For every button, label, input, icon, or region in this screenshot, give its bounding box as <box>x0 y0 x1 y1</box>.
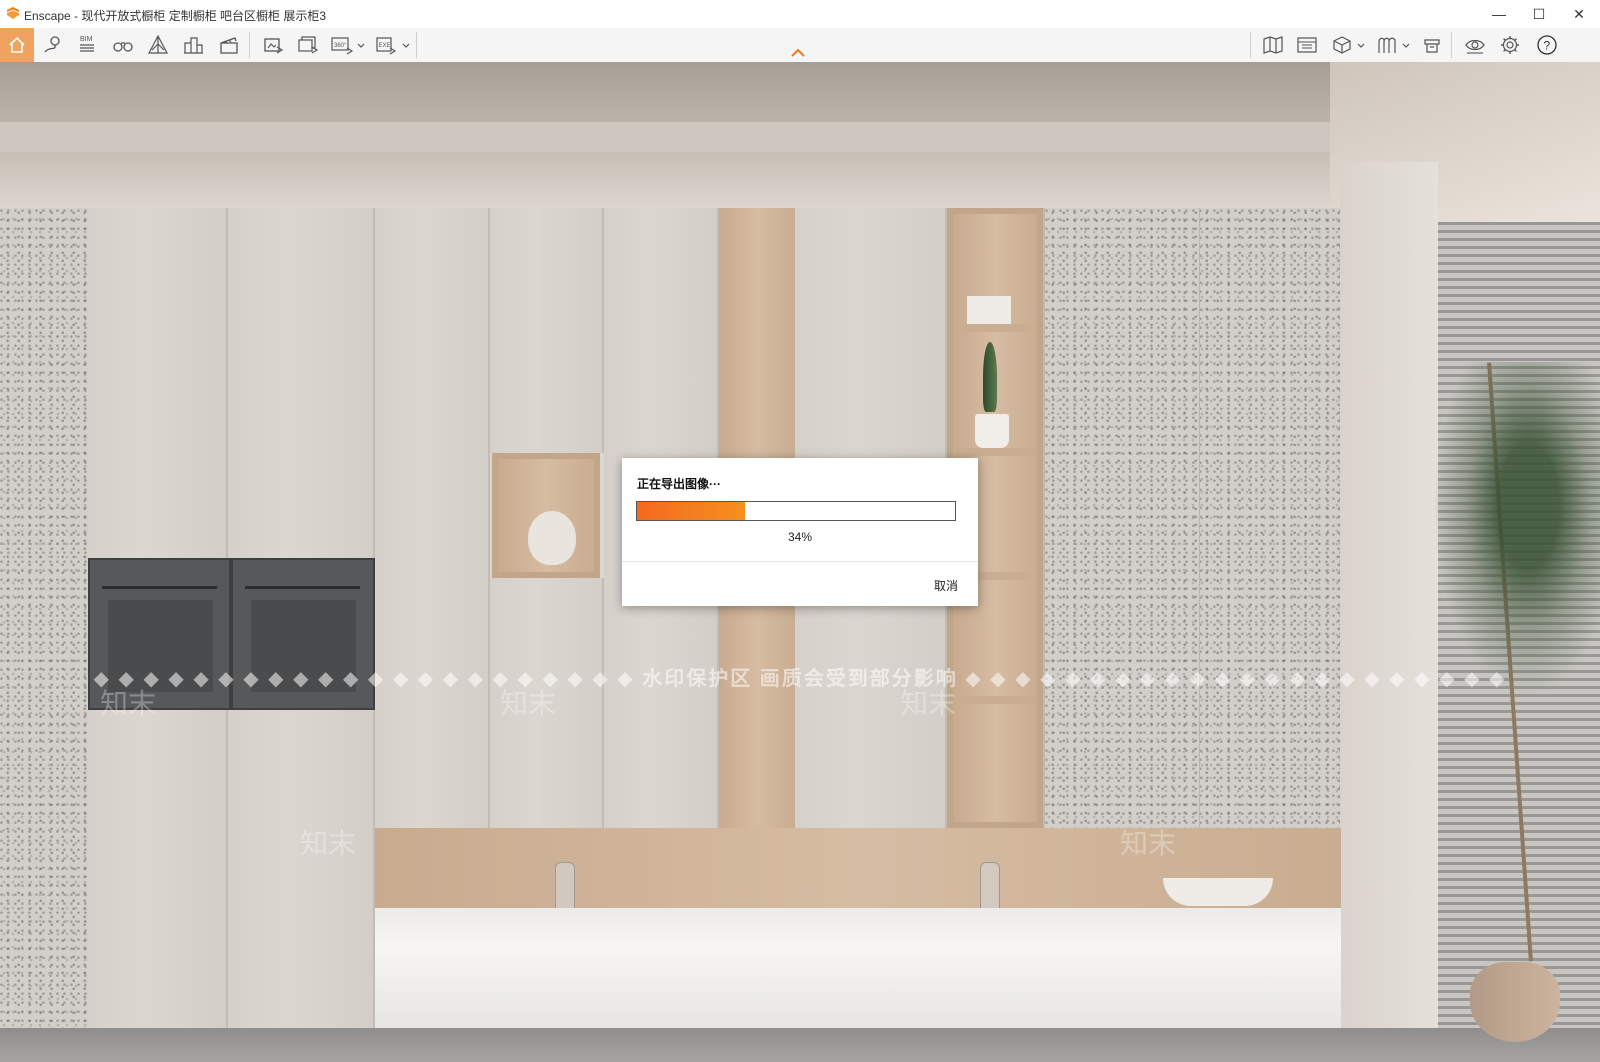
buildings-button[interactable] <box>176 28 210 62</box>
panel-seam <box>1199 208 1200 828</box>
batch-render-icon <box>298 36 319 54</box>
help-button[interactable]: ? <box>1530 28 1564 62</box>
material-icon <box>1378 37 1396 53</box>
visual-settings-button[interactable] <box>1415 28 1449 62</box>
window-title: Enscape - 现代开放式橱柜 定制橱柜 吧台区橱柜 展示柜3 <box>24 9 327 23</box>
binoculars-icon <box>113 42 133 52</box>
shelf <box>953 448 1037 456</box>
marble-countertop <box>375 908 1341 1030</box>
cabinet-door <box>88 208 228 558</box>
export-progress-dialog: 正在导出图像··· 34% 取消 <box>622 458 978 606</box>
chevron-down-icon[interactable] <box>1357 42 1365 50</box>
oven-handle <box>102 586 217 589</box>
plant-pot <box>975 414 1009 448</box>
cancel-button[interactable]: 取消 <box>934 577 958 594</box>
gear-icon <box>1501 36 1519 54</box>
watermark-brand: 知末 <box>900 688 957 719</box>
screenshot-icon <box>264 38 284 54</box>
progress-bar <box>636 501 956 521</box>
enscape-logo-icon <box>7 7 19 19</box>
objects-button[interactable] <box>1325 28 1359 62</box>
shelf <box>953 696 1037 704</box>
bim-label: BIM <box>80 36 93 43</box>
map-pin-icon <box>44 36 60 53</box>
title-bar: Enscape - 现代开放式橱柜 定制橱柜 吧台区橱柜 展示柜3 — ☐ ✕ <box>0 0 1600 29</box>
home-icon <box>9 36 25 53</box>
material-editor-button[interactable] <box>1370 28 1404 62</box>
progress-percent: 34% <box>787 530 813 544</box>
minimize-icon: — <box>1492 6 1506 22</box>
toolbar-divider <box>249 32 250 58</box>
map-button[interactable] <box>1256 28 1290 62</box>
watermark-banner: ◆ ◆ ◆ ◆ ◆ ◆ ◆ ◆ ◆ ◆ ◆ ◆ ◆ ◆ ◆ ◆ ◆ ◆ ◆ ◆ … <box>93 668 1507 690</box>
potted-plant <box>983 342 997 412</box>
toolbar-divider <box>416 32 417 58</box>
buildings-icon <box>184 37 203 54</box>
screenshot-button[interactable] <box>256 28 290 62</box>
walk-mode-button[interactable] <box>106 28 140 62</box>
perspective-button[interactable] <box>141 28 175 62</box>
cabinet-door <box>228 710 375 1030</box>
watermark-brand: 知末 <box>100 688 157 719</box>
floor <box>0 1028 1600 1062</box>
cabinet-door <box>88 710 228 1030</box>
vase <box>528 511 576 565</box>
oven-handle <box>245 586 360 589</box>
plate-stack <box>967 296 1011 324</box>
settings-button[interactable] <box>1493 28 1527 62</box>
ceiling-soffit <box>0 122 1340 152</box>
batch-render-button[interactable] <box>291 28 325 62</box>
cabinet-door <box>228 208 375 558</box>
chevron-down-icon[interactable] <box>402 42 410 50</box>
panorama-label: 360° <box>334 43 347 49</box>
watermark-brand: 知末 <box>1120 828 1177 859</box>
view-options-button[interactable] <box>1458 28 1492 62</box>
shelf <box>953 324 1037 332</box>
toolbar-divider <box>1250 32 1251 58</box>
watermark-brand: 知末 <box>500 688 557 719</box>
video-editor-button[interactable] <box>212 28 246 62</box>
ceiling-band <box>0 152 1340 208</box>
help-label: ? <box>1544 39 1551 53</box>
chevron-down-icon[interactable] <box>357 42 365 50</box>
close-icon: ✕ <box>1573 5 1585 22</box>
bim-button[interactable]: BIM <box>70 28 104 62</box>
toolbar-divider <box>1451 32 1452 58</box>
panorama-360-icon: 360° <box>331 37 354 55</box>
display-niche <box>492 453 600 578</box>
help-icon: ? <box>1537 35 1557 55</box>
cabinet-door <box>490 208 604 453</box>
terrazzo-panel <box>1043 208 1343 828</box>
asset-library-button[interactable] <box>1290 28 1324 62</box>
visual-settings-icon <box>1424 39 1440 53</box>
close-button[interactable]: ✕ <box>1556 0 1600 28</box>
maximize-icon: ☐ <box>1532 5 1546 22</box>
panorama-button[interactable]: 360° <box>326 28 360 62</box>
map-icon <box>1263 36 1283 54</box>
cube-icon <box>1333 36 1351 54</box>
export-exe-icon: EXE <box>376 37 397 55</box>
watermark-brand: 知末 <box>300 828 357 859</box>
clapper-icon <box>220 37 238 54</box>
dialog-divider <box>622 561 978 562</box>
views-button[interactable] <box>36 28 70 62</box>
fruit-bowl <box>1163 878 1273 906</box>
progress-bar-fill <box>637 502 745 520</box>
export-exe-button[interactable]: EXE <box>370 28 404 62</box>
home-button[interactable] <box>0 28 34 62</box>
chevron-down-icon[interactable] <box>1402 42 1410 50</box>
cabinet-door <box>375 208 490 828</box>
glass-bottle <box>555 862 575 910</box>
chevron-up-icon[interactable] <box>790 48 806 58</box>
asset-library-icon <box>1297 37 1317 53</box>
dialog-title: 正在导出图像··· <box>637 477 721 491</box>
exe-label: EXE <box>379 43 391 49</box>
glass-bottle <box>980 862 1000 910</box>
terrazzo-wall-left <box>0 208 88 1028</box>
planter <box>1470 962 1560 1042</box>
perspective-icon <box>148 34 168 54</box>
eye-icon <box>1465 39 1485 54</box>
bim-icon: BIM <box>80 36 94 52</box>
